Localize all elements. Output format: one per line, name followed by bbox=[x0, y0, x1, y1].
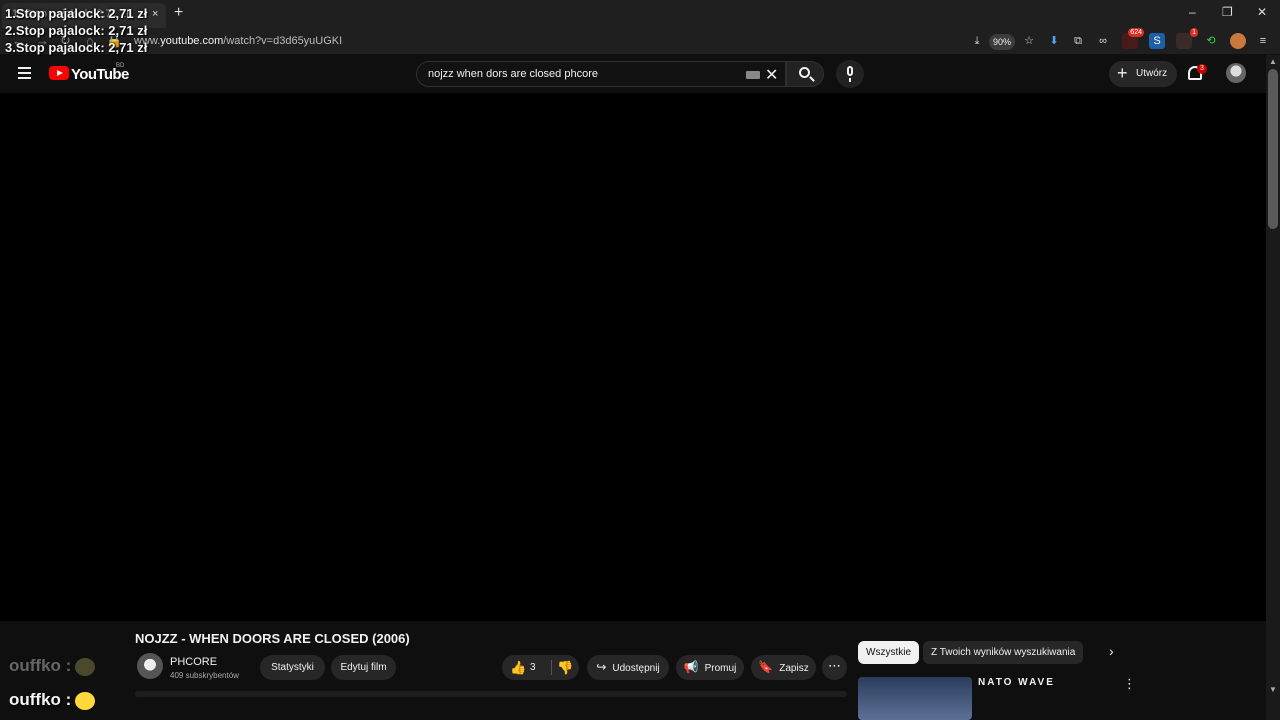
promote-button[interactable]: 📢 Promuj bbox=[676, 655, 744, 680]
microphone-icon bbox=[847, 66, 853, 82]
profile-icon[interactable] bbox=[1230, 33, 1246, 49]
scroll-down-icon[interactable]: ▼ bbox=[1269, 685, 1277, 694]
search-button[interactable] bbox=[786, 61, 824, 87]
search-icon bbox=[799, 67, 810, 78]
chip-from-search[interactable]: Z Twoich wyników wyszukiwania bbox=[923, 641, 1084, 664]
subscriber-count: 409 subskrybentów bbox=[170, 671, 239, 680]
create-button[interactable]: + Utwórz bbox=[1109, 61, 1177, 87]
restore-button[interactable]: ❐ bbox=[1222, 5, 1233, 19]
stream-overlay: 1.Stop pajalock: 2,71 zł 2.Stop pajalock… bbox=[5, 5, 147, 56]
mail-extension-icon[interactable]: 1 bbox=[1176, 28, 1198, 49]
mail-badge: 1 bbox=[1190, 28, 1198, 37]
url-host: youtube.com bbox=[160, 35, 224, 47]
ublock-extension-icon[interactable]: 624 bbox=[1122, 28, 1144, 49]
emote-icon bbox=[75, 691, 96, 710]
chevron-right-icon[interactable]: › bbox=[1109, 643, 1114, 659]
s-extension-icon[interactable]: S bbox=[1149, 33, 1165, 49]
video-title: NOJZZ - WHEN DOORS ARE CLOSED (2006) bbox=[135, 631, 410, 646]
stats-button[interactable]: Statystyki bbox=[260, 655, 325, 680]
browser-tab-bar: 1. Stop pajalock: 2,71 zł × + – ❐ ✕ bbox=[0, 0, 1280, 28]
address-bar[interactable]: www.youtube.com/watch?v=d3d65yuUGKI bbox=[134, 35, 342, 47]
video-player[interactable] bbox=[0, 93, 1266, 621]
edit-video-button[interactable]: Edytuj film bbox=[331, 655, 396, 680]
megaphone-icon: 📢 bbox=[683, 660, 699, 674]
save-label: Zapisz bbox=[779, 663, 809, 674]
video-details: NOJZZ - WHEN DOORS ARE CLOSED (2006) PHC… bbox=[0, 621, 1266, 720]
notifications-badge: 3 bbox=[1197, 64, 1207, 74]
extensions-icon[interactable]: ⧉ bbox=[1070, 33, 1086, 49]
minimize-button[interactable]: – bbox=[1189, 5, 1196, 19]
chat-username: ouffko : bbox=[9, 690, 72, 709]
browser-toolbar: ← → ↻ ⌂ 🔒 www.youtube.com/watch?v=d3d65y… bbox=[0, 28, 1280, 55]
new-tab-button[interactable]: + bbox=[174, 4, 183, 22]
zoom-indicator[interactable]: 90% bbox=[989, 34, 1016, 50]
promote-label: Promuj bbox=[704, 663, 737, 674]
divider bbox=[551, 660, 552, 675]
like-count: 3 bbox=[530, 662, 536, 673]
emote-icon bbox=[75, 657, 96, 676]
scroll-thumb[interactable] bbox=[1268, 69, 1278, 229]
country-code: BD bbox=[116, 63, 125, 69]
chat-username: ouffko : bbox=[9, 656, 72, 675]
youtube-header: YouTube BD nojzz when dors are closed ph… bbox=[0, 55, 1266, 93]
share-button[interactable]: ↪ Udostępnij bbox=[587, 655, 669, 680]
plus-icon: + bbox=[1117, 63, 1128, 83]
bookmark-star-icon[interactable]: ☆ bbox=[1021, 33, 1037, 49]
overlay-line: 2.Stop pajalock: 2,71 zł bbox=[5, 23, 148, 38]
page-scrollbar[interactable]: ▲ ▼ bbox=[1266, 55, 1280, 720]
bookmark-icon: 🔖 bbox=[758, 660, 774, 674]
more-actions-button[interactable]: ⋯ bbox=[822, 655, 847, 680]
chat-message-faded: ouffko : bbox=[9, 656, 96, 676]
overlay-line: 1.Stop pajalock: 2,71 zł bbox=[5, 6, 148, 21]
keyboard-icon[interactable] bbox=[746, 71, 760, 79]
save-button[interactable]: 🔖 Zapisz bbox=[751, 655, 816, 680]
thumbs-up-icon[interactable]: 👍 bbox=[510, 660, 526, 676]
tab-close-icon[interactable]: × bbox=[152, 8, 158, 20]
description-box[interactable] bbox=[135, 691, 847, 697]
clear-search-icon[interactable]: ✕ bbox=[765, 65, 778, 85]
youtube-logo-icon[interactable] bbox=[49, 66, 69, 80]
glasses-extension-icon[interactable]: ∞ bbox=[1095, 33, 1111, 49]
recommendation-menu-icon[interactable]: ⋮ bbox=[1123, 676, 1136, 692]
sync-extension-icon[interactable]: ⟲ bbox=[1203, 33, 1219, 49]
voice-search-button[interactable] bbox=[836, 60, 864, 88]
scroll-up-icon[interactable]: ▲ bbox=[1269, 57, 1277, 66]
install-app-icon[interactable]: ⤓ bbox=[969, 33, 985, 49]
like-dislike-group: 👍 3 👎 bbox=[502, 655, 579, 680]
search-input[interactable]: nojzz when dors are closed phcore ✕ bbox=[416, 61, 786, 87]
channel-avatar[interactable] bbox=[137, 653, 163, 679]
share-icon: ↪ bbox=[596, 660, 607, 674]
create-label: Utwórz bbox=[1136, 68, 1168, 79]
recommendation-thumbnail[interactable] bbox=[858, 677, 972, 720]
download-icon[interactable]: ⬇ bbox=[1046, 33, 1062, 49]
browser-menu-icon[interactable]: ≡ bbox=[1255, 33, 1271, 49]
search-query: nojzz when dors are closed phcore bbox=[428, 68, 598, 80]
chat-message: ouffko : bbox=[9, 690, 96, 710]
thumbs-down-icon[interactable]: 👎 bbox=[557, 660, 573, 676]
ublock-badge: 624 bbox=[1128, 28, 1144, 37]
share-label: Udostępnij bbox=[612, 663, 660, 674]
user-avatar[interactable] bbox=[1226, 63, 1246, 83]
channel-name[interactable]: PHCORE bbox=[170, 656, 217, 668]
close-window-button[interactable]: ✕ bbox=[1257, 5, 1267, 19]
chip-all[interactable]: Wszystkie bbox=[858, 641, 919, 664]
overlay-line: 3.Stop pajalock: 2,71 zł bbox=[5, 40, 148, 55]
url-path: /watch?v=d3d65yuUGKI bbox=[223, 35, 343, 47]
menu-icon[interactable] bbox=[18, 67, 31, 79]
recommendation-title[interactable]: NATO WAVE bbox=[978, 677, 1055, 688]
